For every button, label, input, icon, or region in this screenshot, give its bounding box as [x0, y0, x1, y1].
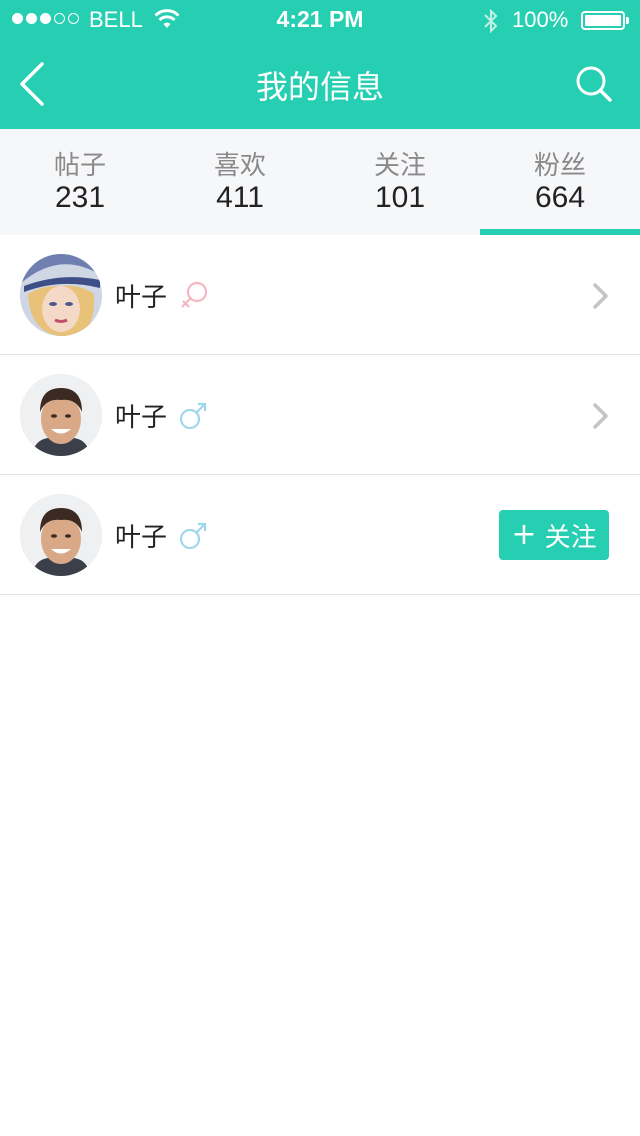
stats-tabs: 帖子 231 喜欢 411 关注 101 粉丝 664: [0, 129, 640, 235]
status-bar: BELL 4:21 PM 100%: [0, 0, 640, 40]
tab-count: 664: [534, 181, 586, 214]
male-icon: [179, 402, 207, 430]
nav-bar: 我的信息: [0, 40, 640, 129]
tab-following[interactable]: 关注 101: [320, 129, 480, 235]
user-name: 叶子: [115, 523, 168, 553]
battery-icon: [581, 11, 629, 30]
list-item[interactable]: 叶子: [0, 235, 640, 355]
follow-button[interactable]: + 关注: [499, 510, 609, 560]
chevron-right-icon[interactable]: [590, 400, 612, 432]
list-item[interactable]: 叶子 + 关注: [0, 475, 640, 595]
page-title: 我的信息: [255, 68, 384, 106]
plus-icon: +: [511, 517, 537, 552]
tab-count: 101: [374, 181, 426, 214]
tab-fans[interactable]: 粉丝 664: [480, 129, 640, 235]
search-icon[interactable]: [572, 62, 616, 106]
female-icon: [181, 281, 208, 308]
list-item[interactable]: 叶子: [0, 355, 640, 475]
tab-label: 粉丝: [533, 151, 586, 181]
tab-count: 411: [216, 181, 264, 214]
avatar: [20, 254, 102, 336]
tab-posts[interactable]: 帖子 231: [0, 129, 160, 235]
header: BELL 4:21 PM 100% 我的信息: [0, 0, 640, 129]
fans-list: 叶子 叶子 叶子 + 关注: [0, 235, 640, 595]
bluetooth-icon: [484, 8, 498, 34]
male-icon: [179, 522, 207, 550]
battery-percentage: 100%: [512, 7, 569, 32]
user-name: 叶子: [115, 283, 168, 313]
user-name: 叶子: [115, 403, 168, 433]
tab-label: 帖子: [53, 151, 106, 181]
tab-count: 231: [54, 181, 106, 214]
tab-label: 喜欢: [213, 151, 266, 181]
avatar: [20, 374, 102, 456]
follow-button-label: 关注: [544, 522, 597, 553]
tab-label: 关注: [373, 151, 426, 181]
avatar: [20, 494, 102, 576]
chevron-right-icon[interactable]: [590, 280, 612, 312]
tab-likes[interactable]: 喜欢 411: [160, 129, 320, 235]
